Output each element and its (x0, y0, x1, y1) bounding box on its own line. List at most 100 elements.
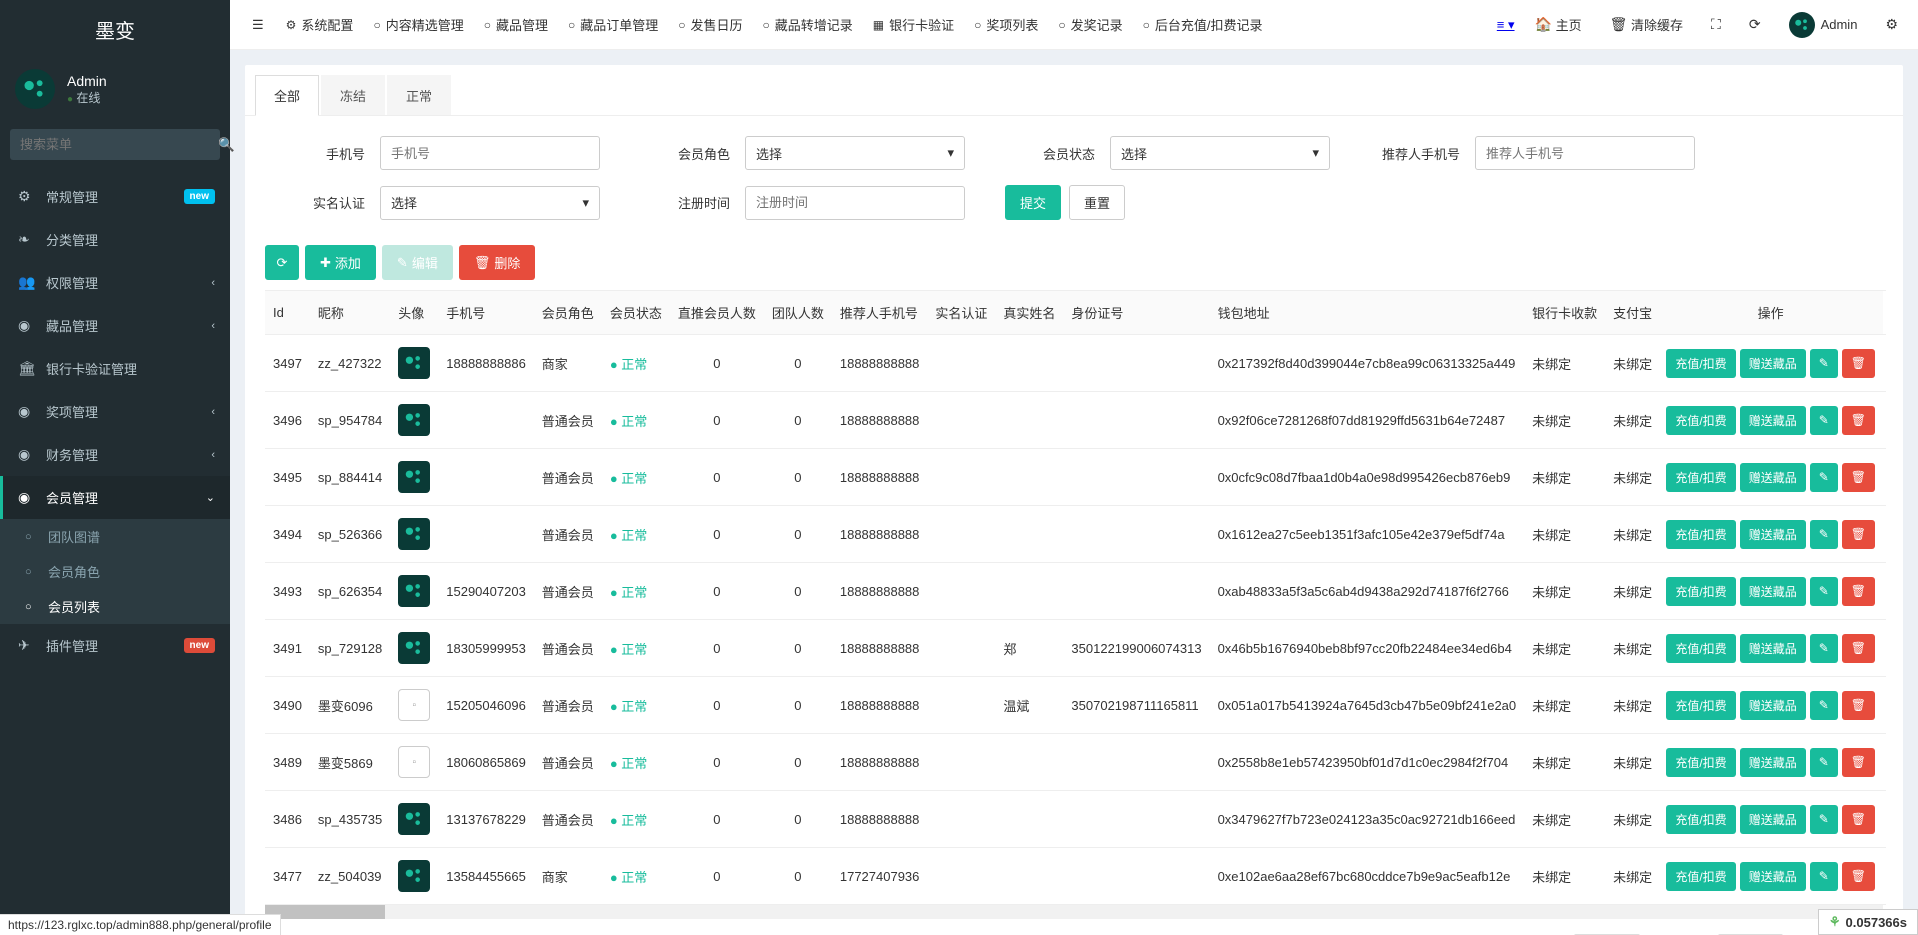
gift-button[interactable]: 赠送藏品 (1740, 634, 1806, 663)
table-header[interactable]: 团队人数 (764, 291, 832, 335)
table-header[interactable]: 昵称 (310, 291, 390, 335)
filter-role-select[interactable]: 选择▾ (745, 136, 965, 170)
status-tab[interactable]: 冻结 (321, 75, 385, 115)
gift-button[interactable]: 赠送藏品 (1740, 349, 1806, 378)
table-header[interactable]: 钱包地址 (1210, 291, 1525, 335)
row-delete-button[interactable]: 🗑 (1842, 748, 1875, 777)
gift-button[interactable]: 赠送藏品 (1740, 463, 1806, 492)
recharge-button[interactable]: 充值/扣费 (1666, 349, 1735, 378)
row-edit-button[interactable]: ✎ (1810, 577, 1838, 606)
row-edit-button[interactable]: ✎ (1810, 634, 1838, 663)
add-button[interactable]: ✚添加 (305, 245, 376, 280)
gift-button[interactable]: 赠送藏品 (1740, 748, 1806, 777)
recharge-button[interactable]: 充值/扣费 (1666, 634, 1735, 663)
h-scrollbar[interactable] (265, 905, 1883, 919)
row-edit-button[interactable]: ✎ (1810, 349, 1838, 378)
sidebar-item[interactable]: ✈插件管理new (0, 624, 230, 667)
table-header[interactable]: 推荐人手机号 (832, 291, 928, 335)
filter-phone-input[interactable] (380, 136, 600, 170)
recharge-button[interactable]: 充值/扣费 (1666, 748, 1735, 777)
sidebar-item[interactable]: ❧分类管理 (0, 218, 230, 261)
gift-button[interactable]: 赠送藏品 (1740, 862, 1806, 891)
recharge-button[interactable]: 充值/扣费 (1666, 862, 1735, 891)
sidebar-item[interactable]: ◉奖项管理‹ (0, 390, 230, 433)
sidebar-item[interactable]: ◉藏品管理‹ (0, 304, 230, 347)
row-delete-button[interactable]: 🗑 (1842, 805, 1875, 834)
status-tab[interactable]: 全部 (255, 75, 319, 116)
submenu-item[interactable]: ○会员列表 (0, 589, 230, 624)
table-header[interactable]: 支付宝 (1605, 291, 1661, 335)
row-delete-button[interactable]: 🗑 (1842, 520, 1875, 549)
row-edit-button[interactable]: ✎ (1810, 805, 1838, 834)
gift-button[interactable]: 赠送藏品 (1740, 520, 1806, 549)
gift-button[interactable]: 赠送藏品 (1740, 691, 1806, 720)
top-tab[interactable]: ○发售日历 (668, 0, 752, 50)
filter-realname-select[interactable]: 选择▾ (380, 186, 600, 220)
top-tab[interactable]: ○内容精选管理 (363, 0, 473, 50)
search-input[interactable] (10, 129, 206, 160)
filter-referrer-input[interactable] (1475, 136, 1695, 170)
table-header[interactable]: 手机号 (438, 291, 534, 335)
recharge-button[interactable]: 充值/扣费 (1666, 463, 1735, 492)
gift-button[interactable]: 赠送藏品 (1740, 805, 1806, 834)
sidebar-item[interactable]: ◉财务管理‹ (0, 433, 230, 476)
row-edit-button[interactable]: ✎ (1810, 406, 1838, 435)
row-delete-button[interactable]: 🗑 (1842, 406, 1875, 435)
row-edit-button[interactable]: ✎ (1810, 862, 1838, 891)
recharge-button[interactable]: 充值/扣费 (1666, 691, 1735, 720)
submenu-item[interactable]: ○团队图谱 (0, 519, 230, 554)
submit-button[interactable]: 提交 (1005, 185, 1061, 220)
table-header[interactable]: 真实姓名 (995, 291, 1063, 335)
table-header[interactable]: 会员状态 (602, 291, 670, 335)
fullscreen-button[interactable]: ⛶ (1701, 0, 1731, 50)
row-edit-button[interactable]: ✎ (1810, 691, 1838, 720)
row-delete-button[interactable]: 🗑 (1842, 349, 1875, 378)
h-scroll-thumb[interactable] (265, 905, 385, 919)
top-tab[interactable]: ○藏品订单管理 (558, 0, 668, 50)
refresh-button[interactable]: ⟳ (1739, 0, 1771, 50)
recharge-button[interactable]: 充值/扣费 (1666, 406, 1735, 435)
table-header[interactable]: 会员角色 (534, 291, 602, 335)
gift-button[interactable]: 赠送藏品 (1740, 406, 1806, 435)
row-edit-button[interactable]: ✎ (1810, 463, 1838, 492)
table-header[interactable]: Id (265, 291, 310, 335)
filter-status-select[interactable]: 选择▾ (1110, 136, 1330, 170)
table-header[interactable]: 操作 (1658, 291, 1883, 335)
tabs-more-button[interactable]: ≡ ▾ (1487, 17, 1525, 33)
reset-button[interactable]: 重置 (1069, 185, 1125, 220)
top-tab[interactable]: ○藏品管理 (474, 0, 558, 50)
table-header[interactable]: 头像 (390, 291, 438, 335)
edit-button[interactable]: ✎编辑 (382, 245, 453, 280)
clear-cache-link[interactable]: 🗑 清除缓存 (1600, 0, 1693, 50)
sidebar-item[interactable]: ⚙常规管理new (0, 175, 230, 218)
row-delete-button[interactable]: 🗑 (1842, 691, 1875, 720)
gift-button[interactable]: 赠送藏品 (1740, 577, 1806, 606)
table-header[interactable]: 直推会员人数 (670, 291, 764, 335)
table-header[interactable]: 身份证号 (1063, 291, 1209, 335)
status-tab[interactable]: 正常 (387, 75, 451, 115)
sidebar-item[interactable]: 🏛银行卡验证管理 (0, 347, 230, 390)
recharge-button[interactable]: 充值/扣费 (1666, 577, 1735, 606)
user-menu[interactable]: Admin (1779, 0, 1868, 50)
row-delete-button[interactable]: 🗑 (1842, 862, 1875, 891)
table-header[interactable]: 银行卡收款 (1524, 291, 1605, 335)
top-tab[interactable]: ⚙系统配置 (276, 0, 364, 50)
user-avatar[interactable] (15, 69, 55, 109)
top-tab[interactable]: ○发奖记录 (1048, 0, 1132, 50)
settings-button[interactable]: ⚙ (1875, 0, 1908, 50)
submenu-item[interactable]: ○会员角色 (0, 554, 230, 589)
sidebar-item[interactable]: ◉会员管理⌄ (0, 476, 230, 519)
top-tab[interactable]: ○奖项列表 (964, 0, 1048, 50)
top-tab[interactable]: ▦银行卡验证 (863, 0, 964, 50)
filter-regtime-input[interactable] (745, 186, 965, 220)
recharge-button[interactable]: 充值/扣费 (1666, 805, 1735, 834)
table-header[interactable]: 实名认证 (927, 291, 995, 335)
nav-toggle-icon[interactable]: ☰ (240, 17, 276, 33)
top-tab[interactable]: ○藏品转增记录 (753, 0, 863, 50)
row-delete-button[interactable]: 🗑 (1842, 577, 1875, 606)
row-edit-button[interactable]: ✎ (1810, 520, 1838, 549)
sidebar-item[interactable]: 👥权限管理‹ (0, 261, 230, 304)
recharge-button[interactable]: 充值/扣费 (1666, 520, 1735, 549)
refresh-table-button[interactable]: ⟳ (265, 245, 299, 280)
home-link[interactable]: 🏠 主页 (1525, 0, 1592, 50)
